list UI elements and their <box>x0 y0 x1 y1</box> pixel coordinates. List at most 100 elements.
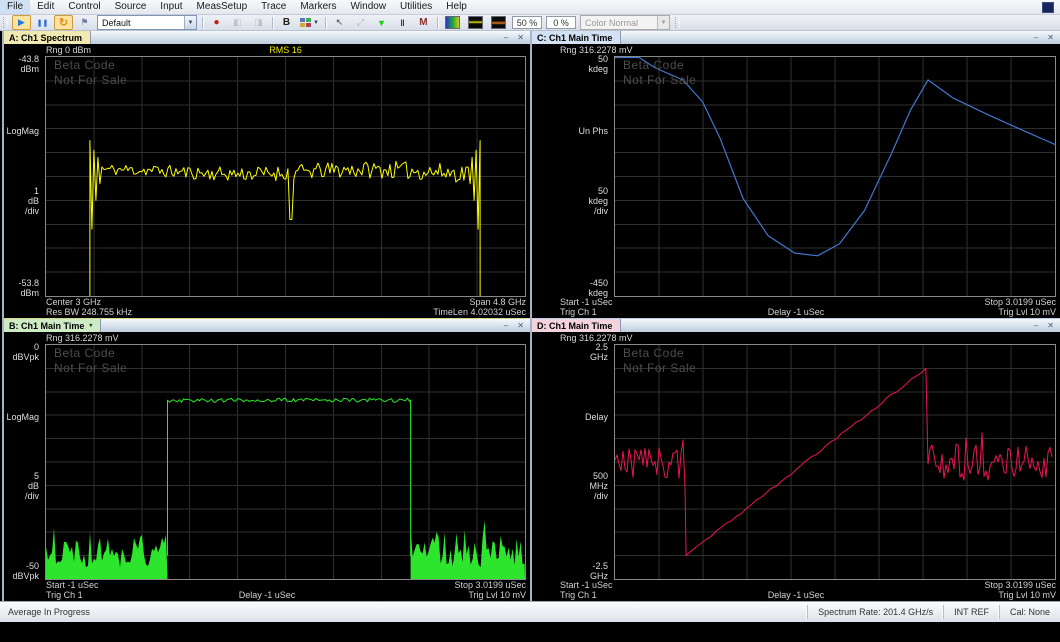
y-ref-unit: dBm <box>18 64 39 74</box>
peak-marker-button[interactable]: ▼ <box>372 15 391 30</box>
resbw-label: Res BW 248.755 kHz <box>46 307 132 317</box>
panel-b-tab[interactable]: B: Ch1 Main Time ▾ <box>4 319 101 332</box>
menu-utilities[interactable]: Utilities <box>393 0 439 14</box>
panel-b-main-time: B: Ch1 Main Time ▾ – ✕ Rng 316.2278 mV 0… <box>2 319 532 603</box>
scale-value: 500 <box>590 471 609 481</box>
layout-grid-icon <box>300 18 311 27</box>
select-cursor-button[interactable]: ↖ <box>330 15 349 30</box>
trace-percent-field[interactable]: 0 % <box>546 16 576 29</box>
menu-trace[interactable]: Trace <box>254 0 293 14</box>
menu-control[interactable]: Control <box>61 0 107 14</box>
minimize-icon[interactable]: – <box>1034 33 1038 42</box>
toolbar: ▶ ❚❚ ↻ ⚑ Default ▼ ● ◧ ◨ B ▼ ↖ ⤢ ▼ ‖ M 5… <box>0 15 1060 31</box>
spectrum-display-button[interactable] <box>442 15 463 30</box>
marker-table-button[interactable]: M <box>414 15 433 30</box>
recall-recording-button[interactable]: ◨ <box>249 15 268 30</box>
zoom-button[interactable]: ⤢ <box>351 15 370 30</box>
watermark: Beta Code Not For Sale <box>623 346 696 376</box>
close-icon[interactable]: ✕ <box>1047 33 1054 42</box>
pause-button[interactable]: ❚❚ <box>33 15 52 30</box>
measurement-b-button[interactable]: B <box>277 15 296 30</box>
timelen-label: TimeLen 4.02032 uSec <box>433 307 526 317</box>
menu-edit[interactable]: Edit <box>30 0 61 14</box>
chevron-down-icon[interactable]: ▼ <box>184 16 196 29</box>
spectrum-rate-status: Spectrum Rate: 201.4 GHz/s <box>807 605 943 619</box>
panel-d-tab[interactable]: D: Ch1 Main Time <box>532 319 621 332</box>
scale-per-div: /div <box>590 491 609 501</box>
trig-level-label: Trig Lvl 10 mV <box>998 307 1056 317</box>
panel-b-footer: Start -1 uSec Stop 3.0199 uSec Trig Ch 1… <box>4 580 530 601</box>
spectrogram-display-button[interactable] <box>465 15 486 30</box>
panel-b-tab-label: B: Ch1 Main Time <box>9 321 84 331</box>
trig-level-label: Trig Lvl 10 mV <box>998 590 1056 600</box>
tab-dropdown-icon[interactable]: ▾ <box>89 322 92 329</box>
x-stop-label: Span 4.8 GHz <box>469 297 526 307</box>
x-start-label: Center 3 GHz <box>46 297 101 307</box>
waterfall-display-button[interactable] <box>488 15 509 30</box>
spectrogram-display-icon <box>468 16 483 29</box>
scale-per-div: /div <box>588 206 608 216</box>
panel-c-tab[interactable]: C: Ch1 Main Time <box>532 31 621 44</box>
trace-format-label: LogMag <box>6 412 39 422</box>
x-stop-label: Stop 3.0199 uSec <box>984 580 1056 590</box>
overlap-percent-field[interactable]: 50 % <box>512 16 542 29</box>
average-count-label: RMS 16 <box>45 45 526 55</box>
color-mode-combobox[interactable]: Color Normal ▼ <box>580 15 670 30</box>
minimize-icon[interactable]: – <box>1034 321 1038 330</box>
menu-source[interactable]: Source <box>108 0 154 14</box>
scale-per-div: /div <box>25 491 39 501</box>
y-ref-unit: GHz <box>590 352 608 362</box>
panel-c-main-time: C: Ch1 Main Time – ✕ Rng 316.2278 mV 50k… <box>530 31 1060 320</box>
watermark: Beta Code Not For Sale <box>54 58 127 88</box>
trace-c-phase <box>615 57 1055 296</box>
range-label: Rng 316.2278 mV <box>46 333 119 343</box>
minimize-icon[interactable]: – <box>504 33 508 42</box>
window-layout-button[interactable]: ▼ <box>298 15 321 30</box>
panel-a-header: Rng 0 dBm RMS 16 <box>4 44 530 56</box>
chevron-down-icon: ▼ <box>313 20 319 26</box>
menu-input[interactable]: Input <box>153 0 189 14</box>
delay-label: Delay -1 uSec <box>532 307 1060 317</box>
band-marker-button[interactable]: ‖ <box>393 15 412 30</box>
plot-grid-a: Beta Code Not For Sale <box>45 56 526 297</box>
x-stop-label: Stop 3.0199 uSec <box>984 297 1056 307</box>
toolbar-separator <box>272 17 273 29</box>
panel-b-content: Rng 316.2278 mV 0dBVpk LogMag 5dB/div -5… <box>4 332 530 601</box>
watermark-line: Not For Sale <box>54 361 127 376</box>
trace-d-frequency <box>615 345 1055 579</box>
panel-d-header: Rng 316.2278 mV <box>532 332 1060 344</box>
close-icon[interactable]: ✕ <box>1047 321 1054 330</box>
waterfall-display-icon <box>491 16 506 29</box>
panel-a-tab[interactable]: A: Ch1 Spectrum <box>4 31 91 44</box>
menu-window[interactable]: Window <box>343 0 393 14</box>
menu-file[interactable]: File <box>0 0 30 14</box>
panel-d-footer: Start -1 uSec Stop 3.0199 uSec Trig Ch 1… <box>532 580 1060 601</box>
panel-d-main-time: D: Ch1 Main Time – ✕ Rng 316.2278 mV 2.5… <box>530 319 1060 603</box>
chevron-down-icon[interactable]: ▼ <box>657 16 669 29</box>
x-start-label: Start -1 uSec <box>46 580 99 590</box>
preset-combobox[interactable]: Default ▼ <box>97 15 197 30</box>
trigger-flag-button[interactable]: ⚑ <box>75 15 94 30</box>
scale-value: 1 <box>25 186 39 196</box>
scale-value: 5 <box>25 471 39 481</box>
save-recording-button[interactable]: ◧ <box>228 15 247 30</box>
run-button[interactable]: ▶ <box>12 15 31 30</box>
y-ref-unit: kdeg <box>588 64 608 74</box>
delay-label: Delay -1 uSec <box>4 590 530 600</box>
record-button[interactable]: ● <box>207 15 226 30</box>
panel-a-tab-label: A: Ch1 Spectrum <box>9 33 82 43</box>
menu-help[interactable]: Help <box>439 0 474 14</box>
close-icon[interactable]: ✕ <box>517 321 524 330</box>
menu-markers[interactable]: Markers <box>293 0 343 14</box>
scale-unit: MHz <box>590 481 609 491</box>
plot-grid-c: Beta Code Not For Sale <box>614 56 1056 297</box>
menu-bar: File Edit Control Source Input MeasSetup… <box>0 0 1060 15</box>
plot-grid-d: Beta Code Not For Sale <box>614 344 1056 580</box>
trace-a-spectrum <box>46 57 525 296</box>
watermark-line: Beta Code <box>54 58 127 73</box>
menu-meassetup[interactable]: MeasSetup <box>190 0 255 14</box>
minimize-icon[interactable]: – <box>504 321 508 330</box>
restart-button[interactable]: ↻ <box>54 15 73 30</box>
status-message: Average In Progress <box>0 605 807 619</box>
close-icon[interactable]: ✕ <box>517 33 524 42</box>
